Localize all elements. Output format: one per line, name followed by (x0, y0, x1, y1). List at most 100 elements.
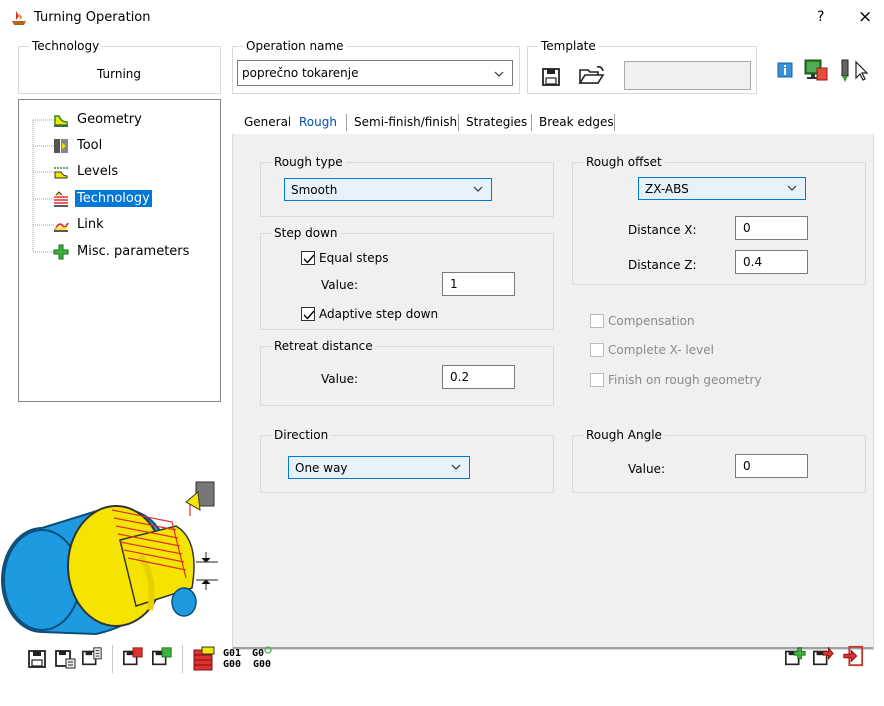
tree-item-label: Technology (75, 190, 152, 207)
adaptive-step-down-checkbox[interactable] (301, 307, 315, 321)
tab-bar: General Rough Semi-finish/finish Strateg… (232, 110, 872, 134)
direction-select[interactable]: One way (288, 456, 470, 479)
technology-group-label: Technology (29, 39, 103, 53)
rough-angle-input[interactable]: 0 (735, 454, 808, 478)
save-all-icon[interactable] (81, 646, 103, 668)
close-button[interactable]: × (858, 7, 872, 27)
tab-break-edges[interactable]: Break edges (535, 110, 618, 134)
equal-steps-label: Equal steps (319, 251, 389, 265)
compensation-label: Compensation (608, 314, 695, 328)
retreat-distance-label: Retreat distance (271, 339, 376, 353)
g01-g00-button[interactable]: G01 G00 (223, 648, 241, 670)
tab-rough[interactable]: Rough (290, 110, 343, 134)
checkmark-icon (303, 310, 315, 320)
help-button[interactable]: ? (817, 9, 824, 25)
circle-icon (264, 646, 272, 654)
export-red-icon[interactable] (122, 646, 144, 668)
finish-on-rough-geometry-checkbox[interactable] (590, 373, 604, 387)
template-field[interactable] (624, 61, 751, 90)
complete-x-level-checkbox[interactable] (590, 343, 604, 357)
window-title: Turning Operation (34, 10, 151, 25)
equal-steps-checkbox[interactable] (301, 251, 315, 265)
g00-text: G00 (252, 659, 272, 670)
tree-item-label: Levels (77, 164, 119, 179)
distance-x-label: Distance X: (628, 223, 697, 237)
adaptive-step-down-label: Adaptive step down (319, 307, 439, 321)
tab-divider (346, 114, 348, 131)
technology-group: Technology Turning (18, 39, 221, 94)
turning-illustration (1, 481, 218, 636)
toolpath-stack-icon[interactable] (192, 646, 216, 672)
rough-angle-group: Rough Angle (572, 428, 866, 493)
technology-value: Turning (97, 67, 141, 81)
rough-tab-panel: Rough type Smooth Step down Equal steps … (232, 134, 874, 650)
step-down-label: Step down (271, 226, 341, 240)
save-as-icon[interactable] (54, 648, 76, 670)
g01-text: G01 (223, 648, 242, 659)
rough-type-value: Smooth (291, 183, 338, 197)
title-bar: Turning Operation ? × (0, 0, 884, 36)
g0-text: G0 (252, 648, 265, 659)
rough-angle-value: 0 (743, 459, 751, 473)
compensation-checkbox[interactable] (590, 314, 604, 328)
operation-name-value: poprečno tokarenje (242, 66, 359, 80)
distance-x-input[interactable]: 0 (735, 216, 808, 240)
rough-angle-label: Rough Angle (583, 428, 665, 442)
simulation-icon[interactable] (803, 58, 829, 82)
checkmark-icon (303, 254, 315, 264)
rough-type-select[interactable]: Smooth (284, 178, 492, 201)
operation-name-combobox[interactable]: poprečno tokarenje (237, 60, 513, 86)
tree-item-label: Link (77, 217, 104, 232)
direction-value: One way (295, 461, 348, 475)
step-value-label: Value: (321, 278, 358, 292)
tab-strategies[interactable]: Strategies (462, 110, 531, 134)
open-folder-icon[interactable] (578, 64, 606, 86)
distance-z-value: 0.4 (743, 255, 763, 269)
tab-general[interactable]: General (240, 110, 295, 134)
app-icon (12, 11, 26, 25)
levels-icon (54, 167, 68, 179)
chevron-down-icon (787, 185, 797, 191)
g0-g00-button[interactable]: G0 G00 (252, 646, 272, 670)
step-value: 1 (450, 277, 458, 291)
exit-icon[interactable] (842, 645, 864, 667)
save-and-exit-icon[interactable] (812, 646, 834, 668)
export-green-icon[interactable] (151, 646, 173, 668)
toolbar-separator (182, 645, 183, 673)
step-value-input[interactable]: 1 (442, 272, 515, 296)
link-icon (54, 222, 69, 232)
template-label: Template (538, 39, 599, 53)
save-icon[interactable] (26, 648, 48, 670)
rough-offset-label: Rough offset (583, 155, 665, 169)
distance-x-value: 0 (743, 221, 751, 235)
retreat-value: 0.2 (450, 370, 470, 384)
toolbar-separator (112, 645, 113, 673)
add-operation-icon[interactable] (784, 646, 806, 668)
direction-label: Direction (271, 428, 332, 442)
tab-divider (531, 114, 533, 131)
rough-offset-value: ZX-ABS (645, 182, 689, 196)
info-icon[interactable] (777, 62, 793, 78)
complete-x-level-label: Complete X- level (608, 343, 714, 357)
chevron-down-icon (473, 186, 483, 192)
tree-item-label: Tool (77, 138, 103, 153)
tab-semi-finish-finish[interactable]: Semi-finish/finish (350, 110, 461, 134)
navigation-tree: Geometry Tool Levels Technology Link Mis… (18, 99, 221, 402)
distance-z-input[interactable]: 0.4 (735, 250, 808, 274)
operation-name-label: Operation name (243, 39, 347, 53)
finish-on-rough-geometry-label: Finish on rough geometry (608, 373, 762, 387)
tool-icon (54, 139, 68, 153)
tree-item-label: Geometry (77, 112, 142, 127)
tab-divider (458, 114, 460, 131)
technology-icon (54, 191, 68, 207)
save-template-icon[interactable] (541, 67, 561, 87)
rough-type-label: Rough type (271, 155, 346, 169)
panel-bottom-divider (233, 647, 873, 649)
chevron-down-icon (451, 464, 461, 470)
distance-z-label: Distance Z: (628, 258, 697, 272)
g00-text: G00 (223, 659, 242, 670)
tool-pointer-icon[interactable] (838, 56, 872, 84)
rough-offset-select[interactable]: ZX-ABS (638, 177, 806, 200)
plus-icon (53, 244, 69, 260)
retreat-value-input[interactable]: 0.2 (442, 365, 515, 389)
